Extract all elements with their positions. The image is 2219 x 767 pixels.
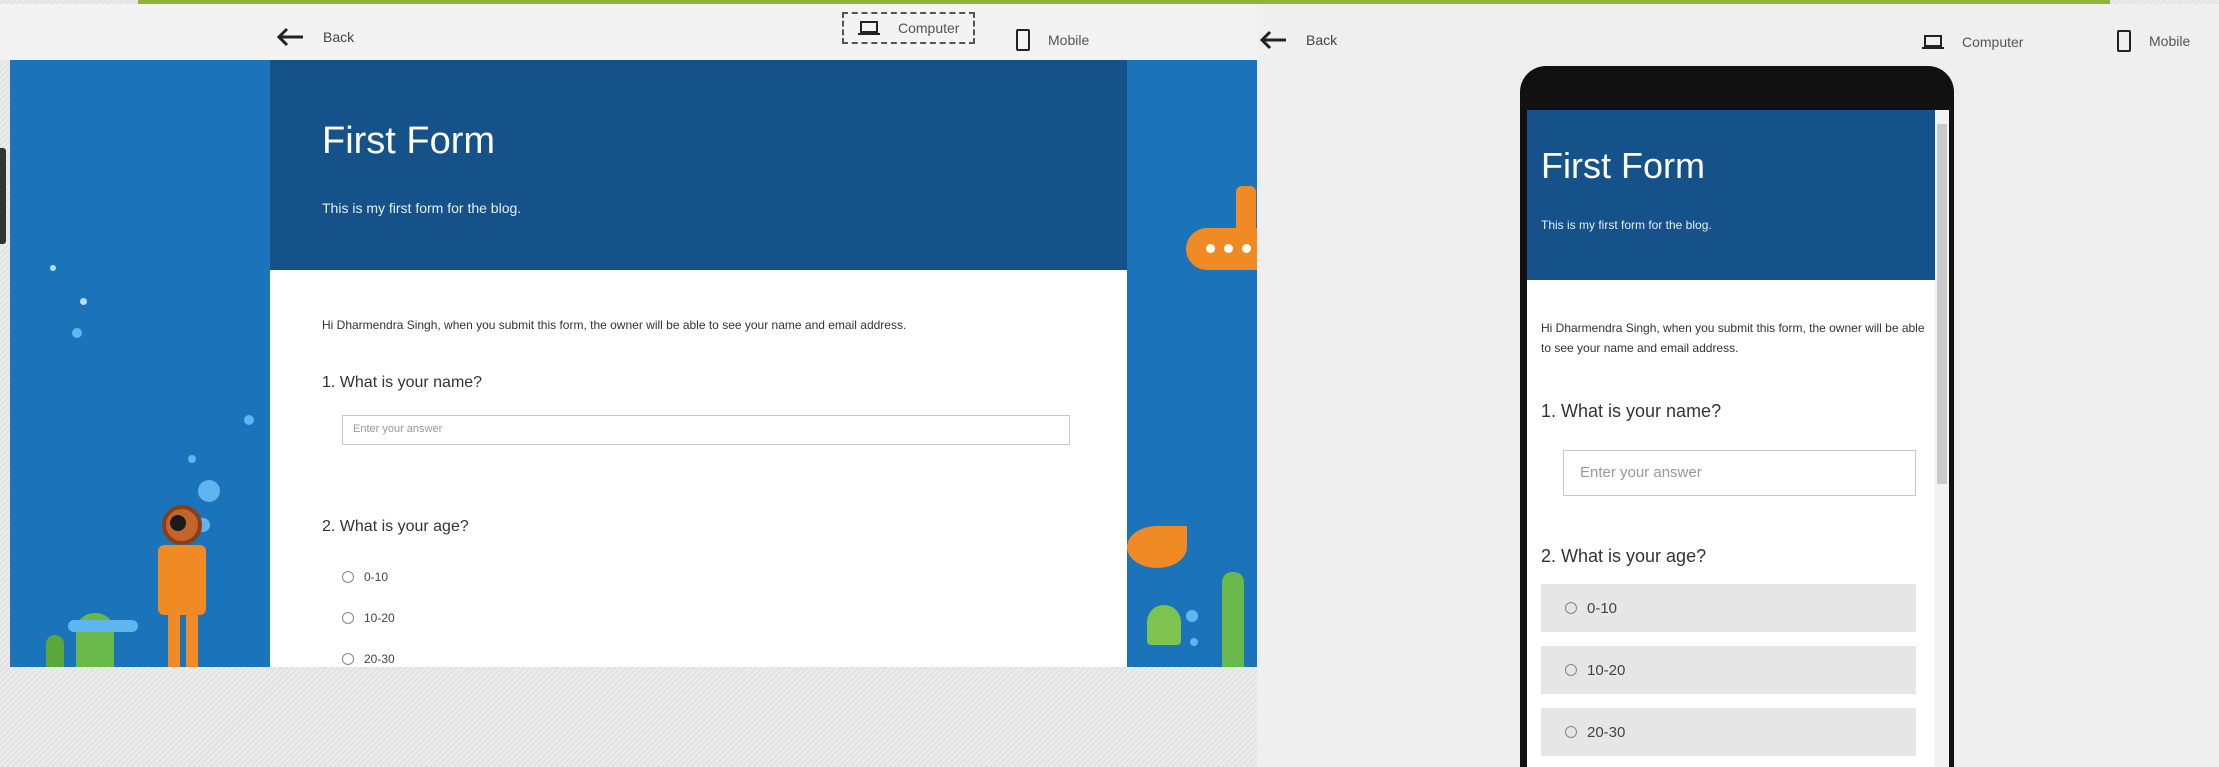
submarine-window	[1224, 244, 1233, 253]
diver-illustration	[154, 505, 214, 667]
mobile-label: Mobile	[2149, 33, 2191, 49]
age-option-0-10[interactable]: 0-10	[1541, 584, 1916, 632]
form-card-mobile: First Form This is my first form for the…	[1527, 110, 1935, 767]
form-header: First Form This is my first form for the…	[270, 60, 1127, 270]
bubble	[1186, 610, 1198, 622]
option-label: 0-10	[1587, 599, 1618, 617]
radio-icon[interactable]	[342, 612, 354, 624]
privacy-notice: Hi Dharmendra Singh, when you submit thi…	[1541, 321, 1925, 355]
seaweed	[46, 635, 64, 667]
back-arrow-icon	[276, 27, 303, 47]
radio-icon[interactable]	[342, 653, 354, 665]
form-title: First Form	[322, 120, 496, 162]
phone-icon	[2117, 30, 2131, 52]
mobile-view-button[interactable]: Mobile	[1016, 29, 1089, 51]
back-button[interactable]: Back	[275, 26, 354, 48]
submarine-tower	[1236, 186, 1256, 230]
mobile-label: Mobile	[1048, 32, 1090, 48]
question-2-label: 2. What is your age?	[322, 518, 469, 535]
age-option-10-20[interactable]: 10-20	[1541, 646, 1916, 694]
form-header: First Form This is my first form for the…	[1527, 110, 1935, 280]
question-1-label: 1. What is your name?	[1541, 401, 1722, 421]
form-description: This is my first form for the blog.	[322, 200, 522, 216]
name-answer-input[interactable]: Enter your answer	[1563, 450, 1916, 496]
laptop-icon	[1922, 35, 1944, 49]
laptop-icon	[858, 21, 880, 35]
option-label: 20-30	[364, 652, 395, 666]
form-card-computer: First Form This is my first form for the…	[270, 60, 1127, 667]
fish-illustration	[1127, 526, 1187, 568]
bubble	[80, 298, 87, 305]
bubble	[188, 455, 196, 463]
submarine-window	[1206, 244, 1215, 253]
back-button[interactable]: Back	[1258, 29, 1337, 51]
back-arrow-icon	[1259, 30, 1286, 50]
mobile-scrollbar-thumb[interactable]	[1937, 124, 1947, 484]
radio-icon[interactable]	[1565, 602, 1577, 614]
bubble	[72, 328, 82, 338]
bubble	[244, 415, 254, 425]
radio-icon[interactable]	[1565, 664, 1577, 676]
age-option-20-30[interactable]: 20-30	[1541, 708, 1916, 756]
computer-view-button[interactable]: Computer	[1922, 34, 2023, 50]
option-label: 0-10	[364, 570, 389, 584]
question-2-label: 2. What is your age?	[1541, 546, 1707, 566]
bubble	[198, 480, 220, 502]
age-option-0-10[interactable]: 0-10	[342, 570, 388, 584]
radio-icon[interactable]	[342, 571, 354, 583]
bubble	[50, 265, 56, 271]
privacy-notice: Hi Dharmendra Singh, when you submit thi…	[322, 318, 907, 332]
name-answer-input[interactable]: Enter your answer	[342, 415, 1070, 445]
age-option-20-30[interactable]: 20-30	[342, 652, 395, 666]
submarine-window	[1242, 244, 1251, 253]
option-label: 20-30	[1587, 723, 1626, 741]
octopus-illustration	[1147, 605, 1181, 645]
option-label: 10-20	[364, 611, 395, 625]
rock	[68, 620, 138, 632]
computer-label: Computer	[1962, 34, 2024, 50]
question-1-label: 1. What is your name?	[322, 374, 483, 391]
seaweed	[1222, 572, 1244, 667]
radio-icon[interactable]	[1565, 726, 1577, 738]
computer-view-button[interactable]: Computer	[842, 12, 976, 44]
mobile-view-button[interactable]: Mobile	[2117, 30, 2190, 52]
back-label: Back	[323, 29, 355, 45]
phone-icon	[1016, 29, 1030, 51]
back-label: Back	[1306, 32, 1338, 48]
option-label: 10-20	[1587, 661, 1626, 679]
age-option-10-20[interactable]: 10-20	[342, 611, 395, 625]
side-tab[interactable]	[0, 148, 6, 244]
bubble	[1190, 638, 1198, 646]
form-title: First Form	[1541, 145, 1705, 186]
computer-label: Computer	[898, 20, 960, 36]
form-description: This is my first form for the blog.	[1541, 218, 1712, 232]
